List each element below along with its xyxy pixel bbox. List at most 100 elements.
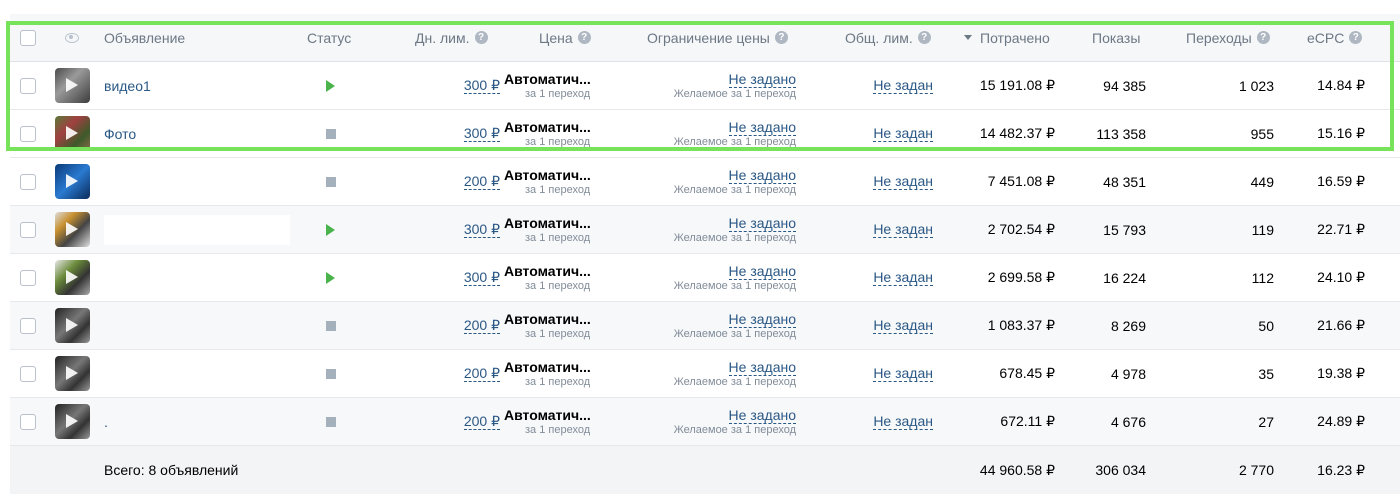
ad-thumbnail[interactable]: [55, 260, 90, 295]
ad-thumbnail[interactable]: [55, 164, 90, 199]
ad-thumbnail[interactable]: [55, 404, 90, 439]
ad-thumbnail[interactable]: [55, 308, 90, 343]
table-row[interactable]: Фото 300 ₽ Автоматич... за 1 переход Не …: [10, 110, 1400, 158]
table-row[interactable]: 200 ₽ Автоматич... за 1 переход Не задан…: [10, 158, 1400, 206]
price-limit-cell: Не задано Желаемое за 1 переход: [674, 350, 796, 397]
ad-thumbnail[interactable]: [55, 356, 90, 391]
totals-spent: 44 960.58 ₽: [979, 461, 1055, 478]
status-cell[interactable]: [326, 110, 336, 157]
help-icon[interactable]: ?: [577, 31, 591, 44]
status-cell[interactable]: [326, 158, 336, 205]
select-all-checkbox[interactable]: [20, 29, 36, 46]
row-checkbox[interactable]: [20, 365, 36, 382]
daily-limit-link[interactable]: 300 ₽: [463, 269, 500, 286]
daily-limit-link[interactable]: 300 ₽: [463, 77, 500, 94]
total-limit-link[interactable]: Не задан: [873, 269, 933, 286]
play-icon: [326, 223, 335, 236]
col-price[interactable]: Цена?: [539, 14, 591, 61]
price-limit-link[interactable]: Не задано: [728, 263, 796, 280]
table-row[interactable]: 200 ₽ Автоматич... за 1 переход Не задан…: [10, 302, 1400, 350]
table-row[interactable]: видео1 300 ₽ Автоматич... за 1 переход Н…: [10, 62, 1400, 110]
price-limit-link[interactable]: Не задано: [728, 71, 796, 88]
price-limit-link[interactable]: Не задано: [728, 359, 796, 376]
ad-name-cell: Фото: [104, 110, 136, 157]
status-cell[interactable]: [326, 398, 336, 445]
total-limit-link[interactable]: Не задан: [873, 77, 933, 94]
price-limit-link[interactable]: Не задано: [728, 311, 796, 328]
status-cell[interactable]: [326, 206, 335, 253]
ad-name-link[interactable]: видео1: [104, 78, 151, 94]
total-limit-link[interactable]: Не задан: [873, 365, 933, 382]
price-mode-sub: за 1 переход: [525, 423, 591, 436]
table-row[interactable]: 200 ₽ Автоматич... за 1 переход Не задан…: [10, 350, 1400, 398]
status-cell[interactable]: [326, 254, 335, 301]
spent-cell: 2 702.54 ₽: [987, 221, 1055, 237]
help-icon[interactable]: ?: [474, 31, 488, 44]
status-cell[interactable]: [326, 302, 336, 349]
price-limit-link[interactable]: Не задано: [728, 407, 796, 424]
total-limit-link[interactable]: Не задан: [873, 221, 933, 238]
col-price-limit[interactable]: Ограничение цены?: [647, 14, 788, 61]
visibility-column[interactable]: [65, 14, 79, 61]
price-cell[interactable]: Автоматич... за 1 переход: [504, 110, 591, 157]
table-row[interactable]: 300 ₽ Автоматич... за 1 переход Не задан…: [10, 206, 1400, 254]
spent-cell: 2 699.58 ₽: [987, 269, 1055, 285]
spent-cell: 15 191.08 ₽: [979, 77, 1055, 93]
clicks-cell: 112: [1251, 269, 1274, 286]
row-checkbox[interactable]: [20, 173, 36, 190]
ad-thumbnail[interactable]: [55, 116, 90, 151]
ad-thumbnail[interactable]: [55, 212, 90, 247]
status-cell[interactable]: [326, 62, 335, 109]
price-cell[interactable]: Автоматич... за 1 переход: [504, 302, 591, 349]
col-total-limit[interactable]: Общ. лим.?: [845, 14, 931, 61]
daily-limit-cell: 300 ₽: [463, 110, 500, 157]
daily-limit-link[interactable]: 200 ₽: [463, 317, 500, 334]
price-limit-link[interactable]: Не задано: [728, 167, 796, 184]
total-limit-link[interactable]: Не задан: [873, 317, 933, 334]
row-checkbox[interactable]: [20, 317, 36, 334]
price-mode-sub: за 1 переход: [525, 231, 591, 244]
daily-limit-link[interactable]: 300 ₽: [463, 221, 500, 238]
total-limit-link[interactable]: Не задан: [873, 413, 933, 430]
col-clicks[interactable]: Переходы?: [1186, 14, 1270, 61]
col-clicks-label: Переходы: [1186, 29, 1252, 46]
price-cell[interactable]: Автоматич... за 1 переход: [504, 398, 591, 445]
row-checkbox[interactable]: [20, 269, 36, 286]
thumbnail-cell: [55, 398, 90, 445]
ad-name-link[interactable]: Фото: [104, 126, 136, 142]
price-cell[interactable]: Автоматич... за 1 переход: [504, 254, 591, 301]
row-checkbox[interactable]: [20, 221, 36, 238]
row-select-cell: [20, 206, 36, 253]
table-row[interactable]: . 200 ₽ Автоматич... за 1 переход Не зад…: [10, 398, 1400, 446]
col-ecpc[interactable]: eCPC?: [1307, 14, 1363, 61]
price-limit-link[interactable]: Не задано: [728, 215, 796, 232]
col-spent[interactable]: Потрачено: [964, 14, 1050, 61]
daily-limit-link[interactable]: 200 ₽: [463, 365, 500, 382]
ad-thumbnail[interactable]: [55, 68, 90, 103]
price-cell[interactable]: Автоматич... за 1 переход: [504, 158, 591, 205]
help-icon[interactable]: ?: [774, 31, 788, 44]
price-cell[interactable]: Автоматич... за 1 переход: [504, 206, 591, 253]
price-cell[interactable]: Автоматич... за 1 переход: [504, 62, 591, 109]
daily-limit-link[interactable]: 200 ₽: [463, 413, 500, 430]
help-icon[interactable]: ?: [917, 31, 931, 44]
table-row[interactable]: 300 ₽ Автоматич... за 1 переход Не задан…: [10, 254, 1400, 302]
status-cell[interactable]: [326, 350, 336, 397]
total-limit-link[interactable]: Не задан: [873, 173, 933, 190]
col-ad[interactable]: Объявление: [104, 14, 185, 61]
col-impressions[interactable]: Показы: [1092, 14, 1140, 61]
daily-limit-link[interactable]: 300 ₽: [463, 125, 500, 142]
help-icon[interactable]: ?: [1349, 31, 1363, 44]
daily-limit-link[interactable]: 200 ₽: [463, 173, 500, 190]
price-limit-link[interactable]: Не задано: [728, 119, 796, 136]
video-play-icon: [66, 318, 78, 332]
row-checkbox[interactable]: [20, 413, 36, 430]
help-icon[interactable]: ?: [1256, 31, 1270, 44]
col-daily-limit[interactable]: Дн. лим.?: [415, 14, 488, 61]
ad-name-link[interactable]: .: [104, 414, 108, 430]
price-cell[interactable]: Автоматич... за 1 переход: [504, 350, 591, 397]
total-limit-link[interactable]: Не задан: [873, 125, 933, 142]
col-status[interactable]: Статус: [307, 14, 351, 61]
row-checkbox[interactable]: [20, 77, 36, 94]
row-checkbox[interactable]: [20, 125, 36, 142]
